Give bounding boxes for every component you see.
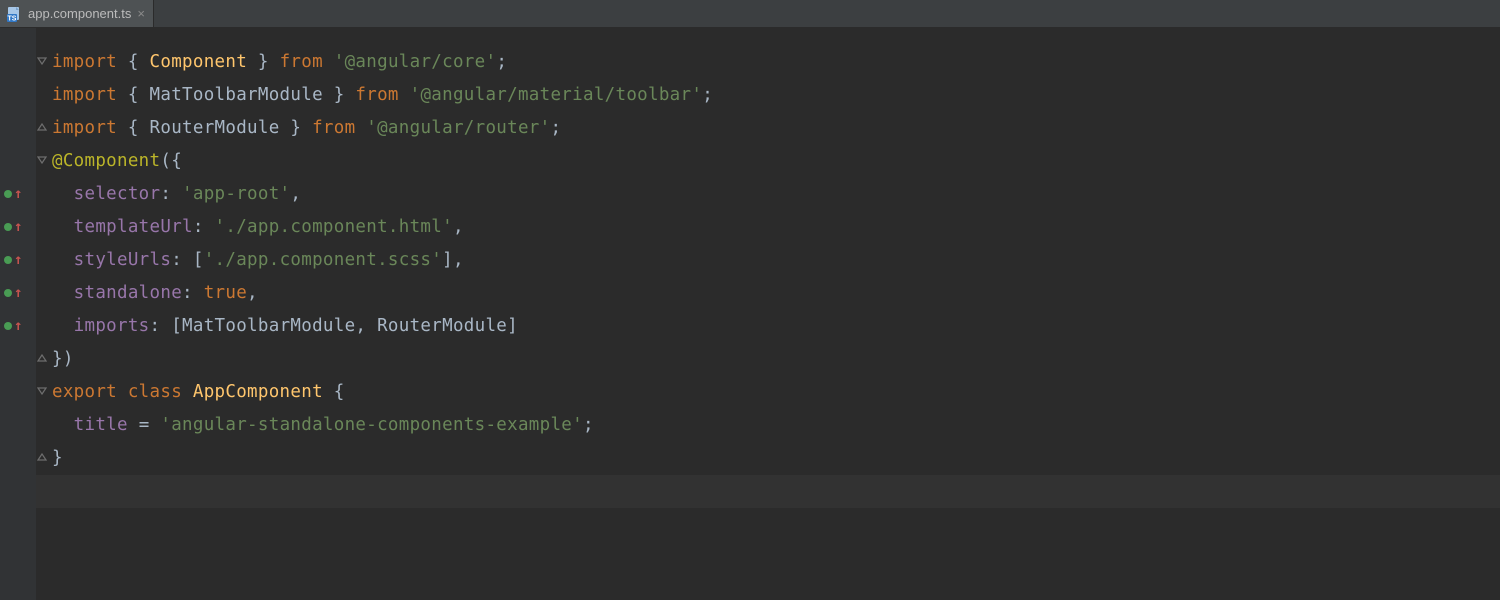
tab-filename: app.component.ts [28,6,131,21]
fold-close-icon[interactable] [36,353,48,365]
code-line[interactable]: @Component({ [52,151,182,171]
code-area[interactable]: import { Component } from '@angular/core… [52,46,1500,475]
vcs-change-marker[interactable]: ↑ [4,285,30,301]
code-line[interactable]: templateUrl: './app.component.html', [52,217,464,237]
code-line[interactable]: imports: [MatToolbarModule, RouterModule… [52,316,518,336]
code-line[interactable]: } [52,448,63,468]
code-line[interactable]: standalone: true, [52,283,258,303]
vcs-change-marker[interactable]: ↑ [4,219,30,235]
fold-open-icon[interactable] [36,56,48,68]
code-editor[interactable]: ↑ ↑ ↑ ↑ ↑ import { Component } from '@angula… [0,28,1500,600]
fold-open-icon[interactable] [36,386,48,398]
code-line[interactable]: styleUrls: ['./app.component.scss'], [52,250,464,270]
code-line[interactable]: }) [52,349,74,369]
code-line[interactable]: export class AppComponent { [52,382,345,402]
code-line[interactable]: selector: 'app-root', [52,184,301,204]
svg-text:TS: TS [8,15,17,22]
fold-open-icon[interactable] [36,155,48,167]
code-line[interactable]: title = 'angular-standalone-components-e… [52,415,594,435]
code-line[interactable]: import { RouterModule } from '@angular/r… [52,118,561,138]
gutter[interactable]: ↑ ↑ ↑ ↑ ↑ [0,28,36,600]
tab-bar: TS app.component.ts × [0,0,1500,28]
vcs-change-marker[interactable]: ↑ [4,252,30,268]
vcs-change-marker[interactable]: ↑ [4,318,30,334]
fold-close-icon[interactable] [36,122,48,134]
close-icon[interactable]: × [137,6,145,21]
file-tab[interactable]: TS app.component.ts × [0,0,154,27]
code-line[interactable]: import { Component } from '@angular/core… [52,52,507,72]
code-line[interactable]: import { MatToolbarModule } from '@angul… [52,85,713,105]
fold-column[interactable] [36,28,50,600]
vcs-change-marker[interactable]: ↑ [4,186,30,202]
fold-close-icon[interactable] [36,452,48,464]
ts-file-icon: TS [6,6,22,22]
caret-line-highlight [36,475,1500,508]
